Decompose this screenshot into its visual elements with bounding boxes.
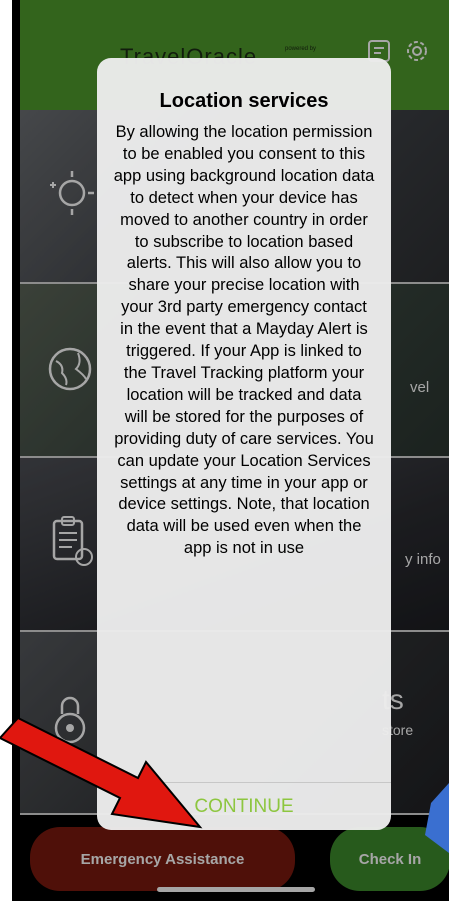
blue-arrow-icon <box>425 783 449 853</box>
dialog-body: By allowing the location permission to b… <box>113 123 375 558</box>
dialog-title: Location services <box>159 90 329 112</box>
red-arrow-icon <box>0 716 203 829</box>
